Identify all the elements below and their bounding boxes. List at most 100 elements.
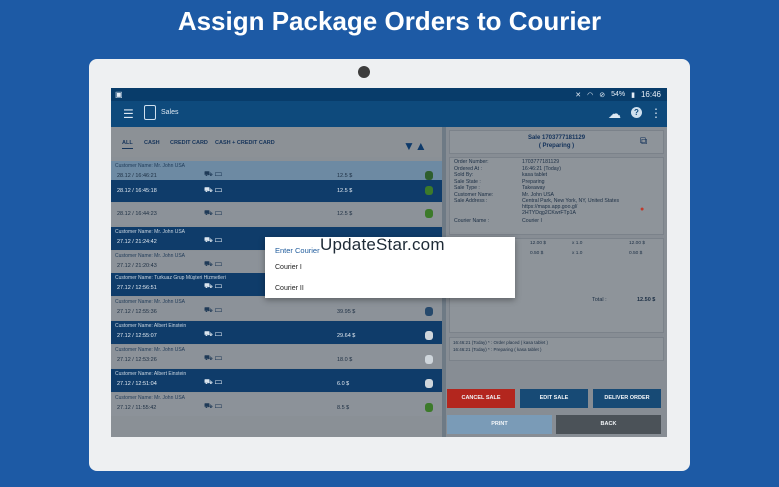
order-amount: 6.0 $ bbox=[337, 381, 350, 387]
sort-icon[interactable]: ▼▲ bbox=[403, 139, 427, 153]
info-value: 16:46:21 (Today) bbox=[522, 165, 561, 172]
order-customer: Customer Name: Turkuaz Grup Müşteri Hizm… bbox=[115, 275, 226, 281]
order-status-icon bbox=[425, 307, 433, 316]
item-qty: x 1.0 bbox=[572, 241, 583, 246]
order-date: 27.12 / 11:55:42 bbox=[117, 405, 157, 411]
courier-option-2[interactable]: Courier II bbox=[275, 285, 304, 292]
order-date: 27.12 / 12:51:04 bbox=[117, 381, 157, 387]
gallery-icon: ▣ bbox=[115, 90, 123, 99]
order-customer: Customer Name: Mr. John USA bbox=[115, 253, 186, 259]
info-key: Sale Type : bbox=[454, 185, 480, 191]
order-date: 28.12 / 16:44:23 bbox=[117, 211, 157, 217]
hamburger-menu-icon[interactable]: ☰ bbox=[123, 107, 134, 121]
sale-title: Sale 1703777181129 bbox=[527, 135, 586, 141]
order-date: 28.12 / 16:45:18 bbox=[117, 188, 157, 194]
delivery-payment-icon: ⛟ ▭ bbox=[204, 307, 223, 314]
info-key: Customer Name: bbox=[454, 191, 494, 198]
order-amount: 18.0 $ bbox=[337, 357, 353, 363]
cloud-icon[interactable]: ☁ bbox=[608, 106, 621, 122]
delivery-payment-icon: ⛟ ▭ bbox=[204, 403, 223, 410]
order-customer: Customer Name: Mr. John USA bbox=[115, 229, 186, 235]
order-status-icon bbox=[425, 331, 433, 340]
tab-credit-card[interactable]: CREDIT CARD bbox=[170, 140, 208, 146]
log-entry: 16:46:21 (Today) * : Order placed ( kasa… bbox=[453, 340, 549, 345]
clock: 16:46 bbox=[640, 90, 661, 99]
back-button[interactable]: BACK bbox=[556, 415, 661, 434]
order-customer: Customer Name: Albert Einstein bbox=[115, 371, 187, 377]
info-value: Central Park, New York, NY, United State… bbox=[522, 198, 620, 216]
item-price: 0.50 $ bbox=[530, 251, 544, 256]
app-title: Sales bbox=[161, 109, 179, 116]
order-status-icon bbox=[425, 403, 433, 412]
more-options-icon[interactable]: ⋮ bbox=[650, 106, 662, 120]
order-date: 27.12 / 21:24:42 bbox=[117, 239, 157, 245]
info-value: Preparing bbox=[522, 178, 545, 185]
watermark-text: UpdateStar.com bbox=[320, 235, 445, 254]
tab-cash-credit-card[interactable]: CASH + CREDIT CARD bbox=[215, 140, 275, 146]
info-key: Courier Name : bbox=[454, 218, 490, 224]
order-amount: 39.95 $ bbox=[337, 309, 356, 315]
order-customer: Customer Name: Mr. John USA bbox=[115, 299, 186, 305]
order-amount: 12.5 $ bbox=[337, 211, 353, 217]
item-price: 12.00 $ bbox=[530, 241, 547, 246]
sale-state-title: ( Preparing ) bbox=[538, 143, 575, 149]
app-screen: ▣ ✕ ◠ ⊘ 54% ▮ 16:46 ☰ Sales ☁ ? ⋮ ALL CA… bbox=[111, 88, 667, 437]
order-date: 27.12 / 12:55:07 bbox=[117, 333, 157, 339]
info-value: kasa tablet bbox=[522, 172, 548, 178]
order-customer: Customer Name: Mr. John USA bbox=[115, 395, 186, 401]
app-bar: ☰ Sales ☁ ? ⋮ bbox=[111, 101, 667, 127]
order-date: 27.12 / 12:56:51 bbox=[117, 285, 157, 291]
tab-all[interactable]: ALL bbox=[122, 140, 133, 149]
order-status-icon bbox=[425, 379, 433, 388]
total-label: Total : bbox=[592, 297, 607, 303]
order-amount: 12.5 $ bbox=[337, 173, 353, 179]
edit-sale-button[interactable]: EDIT SALE bbox=[520, 389, 588, 408]
order-amount: 29.64 $ bbox=[337, 333, 356, 339]
order-status-icon bbox=[425, 171, 433, 180]
info-key: Sold By: bbox=[454, 172, 474, 178]
wifi-icon: ◠ bbox=[587, 91, 594, 99]
camera-icon bbox=[358, 66, 370, 78]
item-qty: x 1.0 bbox=[572, 251, 583, 256]
order-status-icon bbox=[425, 355, 433, 364]
battery-level: 54% bbox=[611, 91, 626, 98]
order-customer: Customer Name: Mr. John USA bbox=[115, 347, 186, 353]
page-headline: Assign Package Orders to Courier bbox=[177, 6, 602, 36]
mute-icon: ✕ bbox=[575, 91, 582, 99]
order-customer: Customer Name: Albert Einstein bbox=[115, 323, 187, 329]
delivery-payment-icon: ⛟ ▭ bbox=[204, 210, 223, 217]
delivery-payment-icon: ⛟ ▭ bbox=[204, 355, 223, 362]
total-value: 12.50 $ bbox=[637, 297, 656, 303]
order-status-icon bbox=[425, 209, 433, 218]
delivery-payment-icon: ⛟ ▭ bbox=[204, 331, 223, 338]
info-value: 1703777181129 bbox=[522, 159, 560, 165]
order-amount: 8.5 $ bbox=[337, 405, 350, 411]
help-icon[interactable]: ? bbox=[631, 107, 642, 118]
order-date: 27.12 / 12:55:36 bbox=[117, 309, 157, 315]
order-customer: Customer Name: Mr. John USA bbox=[115, 163, 186, 169]
clipboard-icon bbox=[144, 105, 156, 120]
tab-cash[interactable]: CASH bbox=[144, 140, 160, 146]
order-date: 27.12 / 12:53:26 bbox=[117, 357, 157, 363]
order-status-icon bbox=[425, 186, 433, 195]
print-button[interactable]: PRINT bbox=[447, 415, 552, 434]
cancel-sale-button[interactable]: CANCEL SALE bbox=[447, 389, 515, 408]
delivery-payment-icon: ⛟ ▭ bbox=[204, 379, 223, 386]
courier-option-1[interactable]: Courier I bbox=[275, 264, 302, 271]
delivery-payment-icon: ⛟ ▭ bbox=[204, 237, 223, 244]
location-pin-icon[interactable]: ● bbox=[640, 206, 644, 213]
log-entry: 16:46:21 (Today) * : Preparing ( kasa ta… bbox=[453, 347, 542, 352]
info-key: Sale Address : bbox=[454, 198, 488, 204]
info-value: Courier I bbox=[522, 218, 542, 224]
dnd-icon: ⊘ bbox=[599, 91, 606, 99]
delivery-payment-icon: ⛟ ▭ bbox=[204, 187, 223, 194]
battery-icon: ▮ bbox=[631, 91, 635, 99]
item-total: 12.00 $ bbox=[629, 241, 646, 246]
delivery-payment-icon: ⛟ ▭ bbox=[204, 283, 223, 290]
info-key: Sale State : bbox=[454, 178, 481, 185]
deliver-order-button[interactable]: DELIVER ORDER bbox=[593, 389, 661, 408]
share-icon[interactable]: ⧉ bbox=[640, 136, 647, 147]
delivery-payment-icon: ⛟ ▭ bbox=[204, 261, 223, 268]
order-date: 27.12 / 21:20:43 bbox=[117, 263, 157, 269]
dialog-title: Enter Courier bbox=[275, 246, 320, 255]
